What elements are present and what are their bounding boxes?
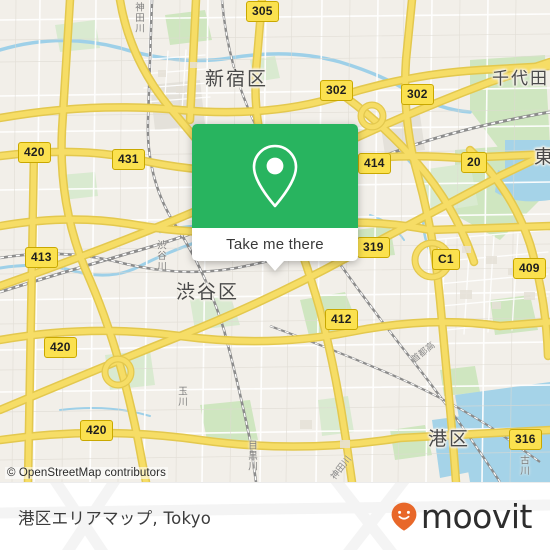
map-popup-card[interactable]: Take me there	[192, 124, 358, 271]
shield-420-c[interactable]: 420	[80, 420, 113, 441]
take-me-there-label: Take me there	[226, 236, 324, 253]
map-pin-icon	[252, 144, 298, 208]
shield-302-a[interactable]: 302	[320, 80, 353, 101]
popup-action-bar[interactable]: Take me there	[192, 228, 358, 261]
shield-305[interactable]: 305	[246, 1, 279, 22]
shield-409[interactable]: 409	[513, 258, 546, 279]
shield-20[interactable]: 20	[461, 152, 487, 173]
shield-316[interactable]: 316	[509, 429, 542, 450]
moovit-logo[interactable]: moovit	[391, 497, 533, 536]
popup-pointer-tail	[266, 261, 284, 271]
map-label-shibuya-ku: 渋谷区	[176, 281, 240, 303]
map-label-chiyoda-ku: 千代田区	[492, 69, 550, 89]
footer-bar: 港区エリアマップ, Tokyo moovit	[0, 482, 550, 550]
map-label-kandagawa: 神田川	[133, 2, 144, 34]
shield-319[interactable]: 319	[357, 237, 390, 258]
map-screenshot: .park { fill:#cfe6c0; } .park2 { fill:#d…	[0, 0, 550, 550]
shield-420-b[interactable]: 420	[44, 337, 77, 358]
map-label-tamagawa: 玉川	[176, 386, 187, 407]
map-label-minato-ku: 港区	[428, 428, 471, 450]
map-canvas[interactable]: .park { fill:#cfe6c0; } .park2 { fill:#d…	[0, 0, 550, 482]
shield-c1[interactable]: C1	[432, 249, 460, 270]
shield-413[interactable]: 413	[25, 247, 58, 268]
shield-302-b[interactable]: 302	[401, 84, 434, 105]
map-label-furukawa: 古川	[518, 455, 529, 476]
map-label-shinjuku-ku: 新宿区	[205, 68, 269, 90]
map-label-shibuyagawa: 渋谷川	[155, 240, 166, 272]
osm-attribution[interactable]: © OpenStreetMap contributors	[5, 467, 168, 479]
popup-header	[192, 124, 358, 228]
footer-map-title: 港区エリアマップ, Tokyo	[18, 508, 212, 528]
shield-412[interactable]: 412	[325, 309, 358, 330]
map-label-megurogawa: 目黒川	[246, 440, 257, 472]
shield-431[interactable]: 431	[112, 149, 145, 170]
shield-414[interactable]: 414	[358, 153, 391, 174]
map-label-tokyo: 東	[534, 146, 550, 168]
moovit-pin-smiley-icon	[391, 502, 417, 531]
shield-420-a[interactable]: 420	[18, 142, 51, 163]
moovit-wordmark: moovit	[420, 497, 533, 536]
